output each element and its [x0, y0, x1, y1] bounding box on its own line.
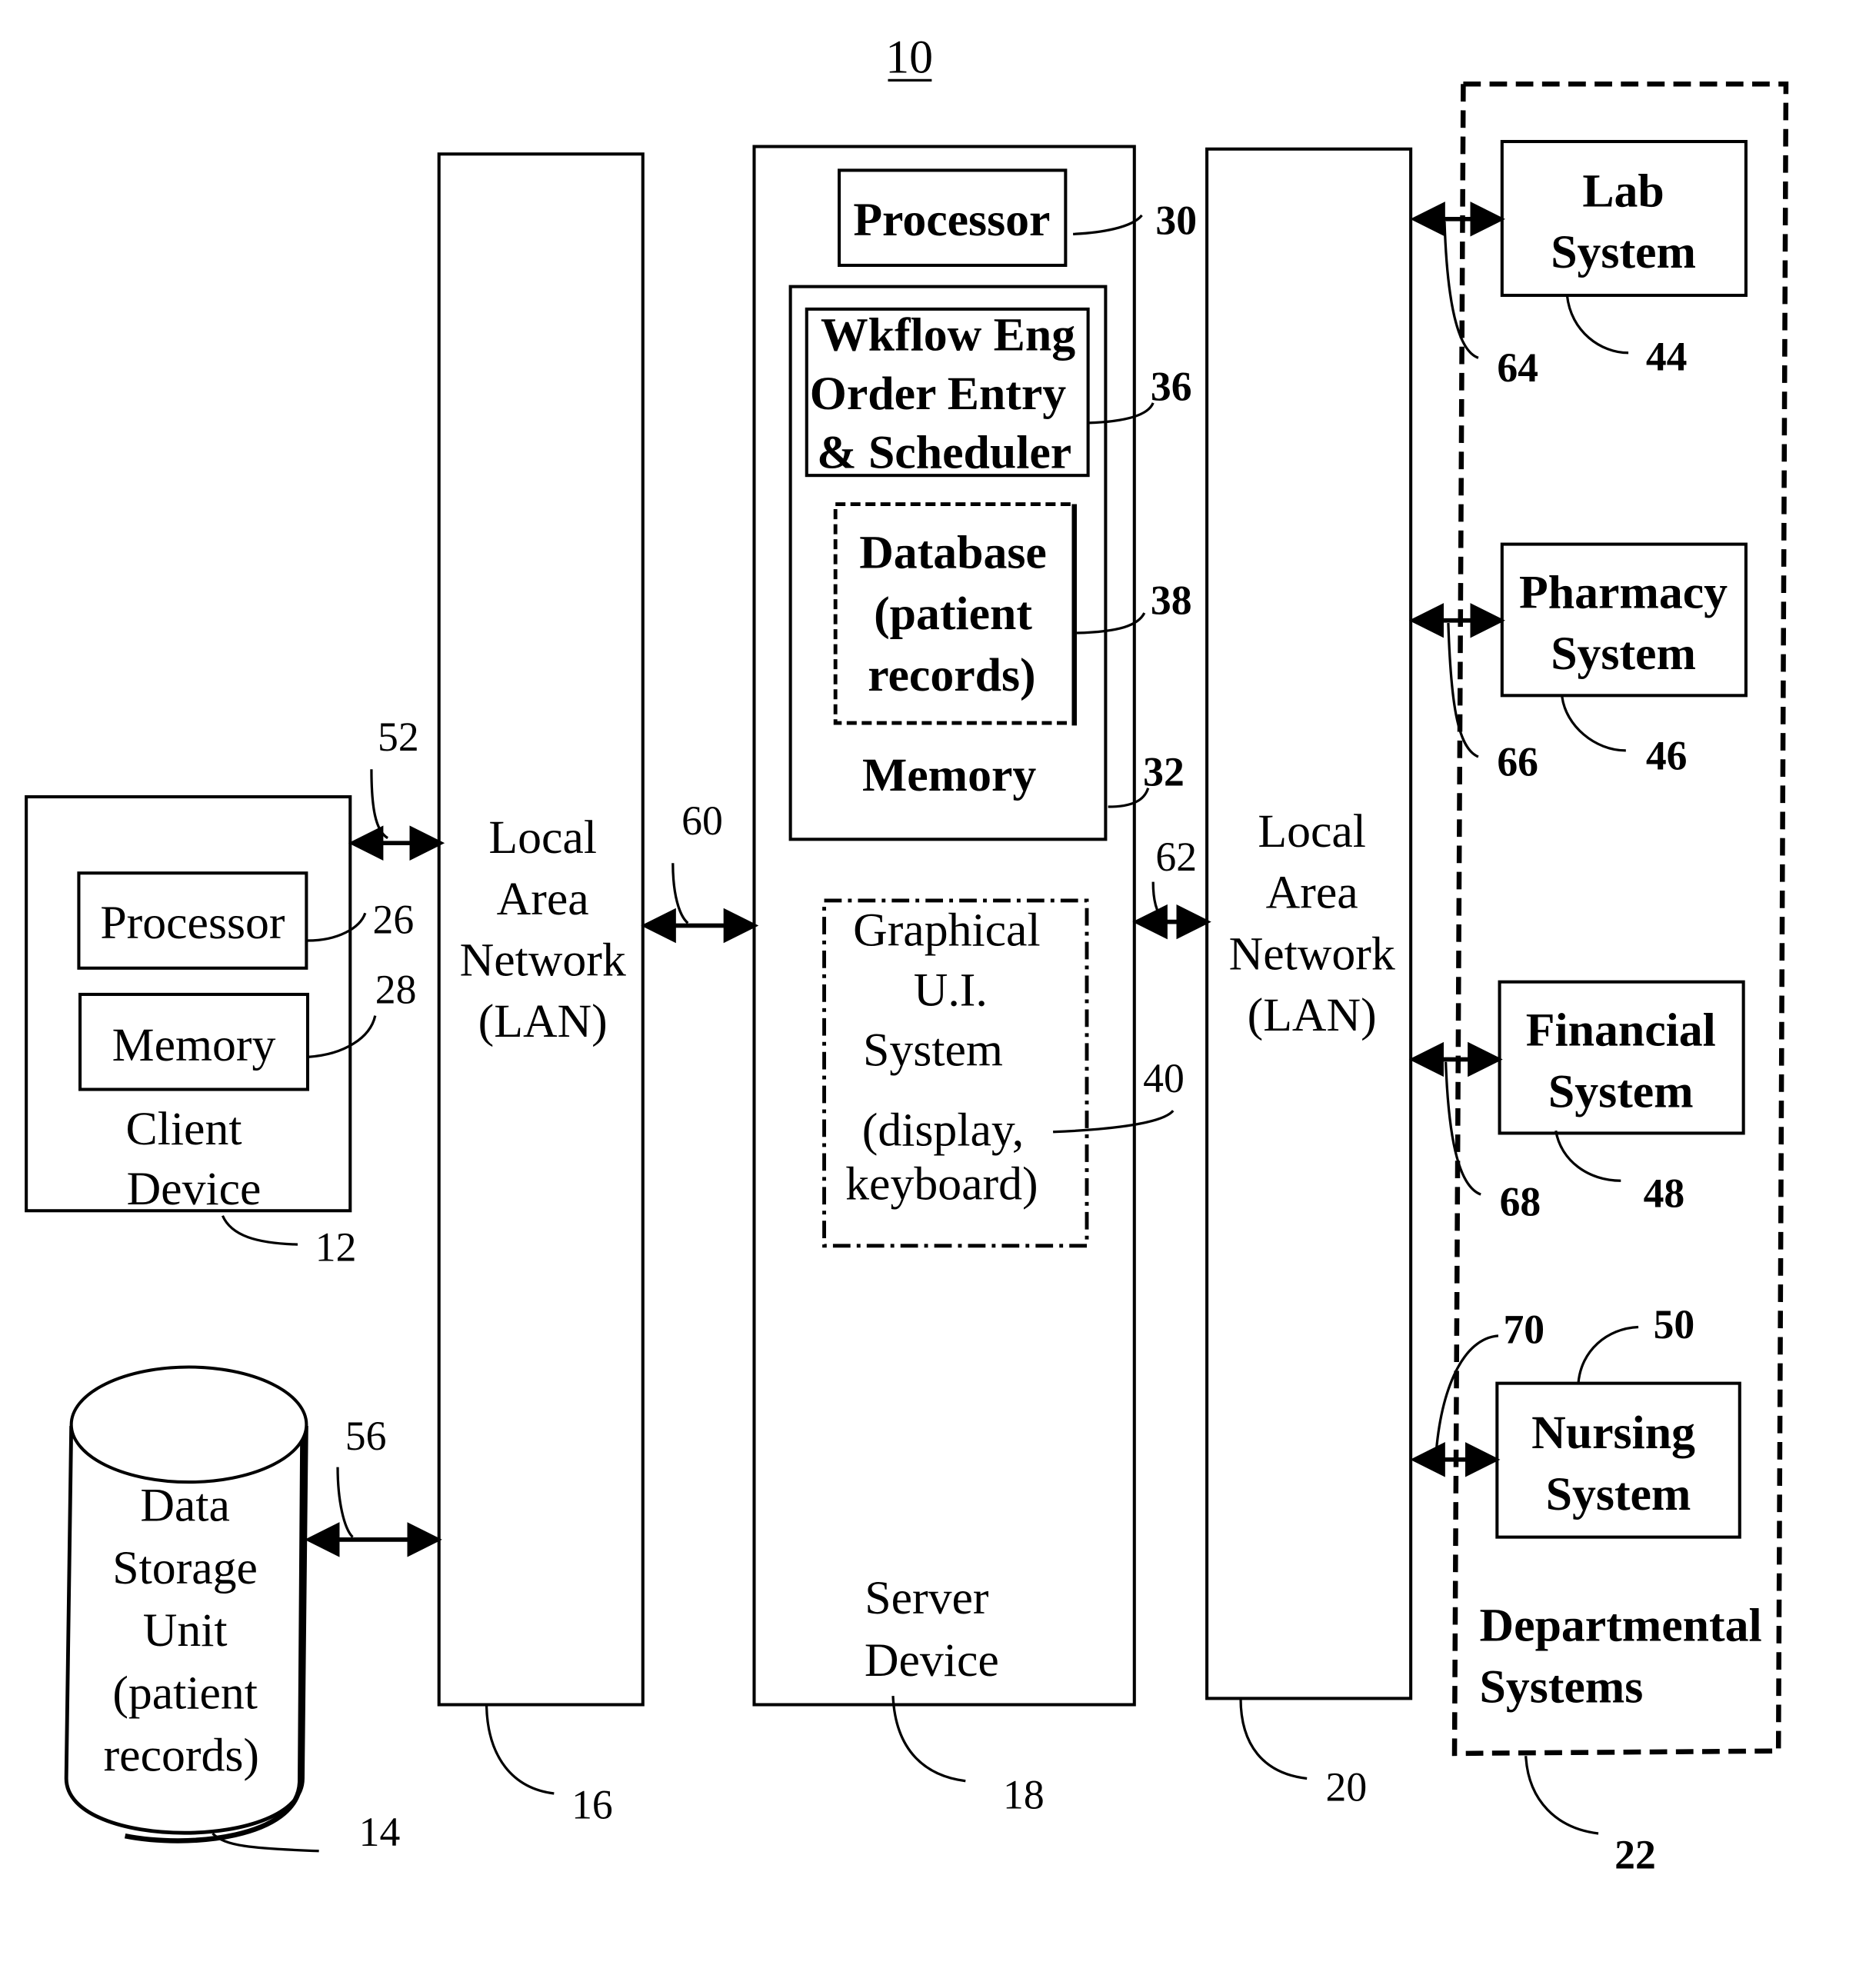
storage-line-3: Unit [143, 1604, 228, 1657]
gui-ref: 40 [1143, 1055, 1185, 1101]
link-server-lan-ref: 62 [1155, 834, 1197, 880]
workflow-line-3: & Scheduler [817, 426, 1071, 478]
storage-line-4: (patient [112, 1667, 258, 1719]
client-processor-ref: 26 [373, 896, 415, 942]
database-line-3: records) [868, 649, 1035, 701]
link-financial-ref: 68 [1500, 1179, 1541, 1225]
lan-right-line-1: Local [1258, 805, 1366, 858]
departmental-ref: 22 [1614, 1832, 1656, 1878]
lab-system-ref: 44 [1646, 334, 1688, 380]
financial-system-leader [1554, 1130, 1621, 1182]
lan-left-line-1: Local [488, 811, 597, 864]
server-processor-label: Processor [853, 194, 1050, 246]
lan-left-line-2: Area [497, 873, 589, 925]
server-memory-ref: 32 [1143, 748, 1185, 794]
lan-left-line-3: Network [460, 934, 626, 987]
storage-line-5: records) [104, 1730, 259, 1782]
workflow-line-2: Order Entry [810, 368, 1066, 420]
link-client-lan-ref: 52 [378, 714, 419, 760]
link-storage-lan-ref: 56 [345, 1413, 387, 1459]
database-line-1: Database [859, 526, 1047, 578]
lan-left-leader [485, 1706, 555, 1795]
gui-line-4: (display, [862, 1104, 1024, 1157]
link-lan-server-ref: 60 [681, 798, 723, 844]
nursing-system-leader [1577, 1325, 1639, 1384]
workflow-line-1: Wkflow Eng [821, 309, 1075, 361]
client-device-title-1: Client [126, 1103, 242, 1155]
figure-number: 10 [885, 32, 933, 84]
lan-left-line-4: (LAN) [478, 995, 608, 1047]
client-device: Processor Memory Client Device 26 28 12 [25, 795, 417, 1270]
lan-left: Local Area Network (LAN) 16 [437, 152, 645, 1827]
lan-right-leader [1239, 1698, 1308, 1780]
financial-system-ref: 48 [1644, 1170, 1685, 1216]
client-processor-label: Processor [100, 897, 285, 949]
database-ref: 38 [1151, 578, 1192, 624]
gui-line-5: keyboard) [845, 1158, 1038, 1211]
storage-line-2: Storage [112, 1542, 258, 1594]
server-ref: 18 [1003, 1771, 1045, 1817]
lab-system-line-2: System [1551, 226, 1696, 278]
workflow-ref: 36 [1151, 364, 1192, 410]
client-memory-ref: 28 [375, 966, 417, 1012]
pharmacy-system-line-1: Pharmacy [1519, 567, 1728, 619]
client-device-title-2: Device [127, 1163, 262, 1215]
gui-line-1: Graphical [853, 904, 1041, 957]
storage-ref: 14 [359, 1809, 401, 1855]
server-device: Processor 30 Wkflow Eng Order Entry & Sc… [752, 145, 1197, 1817]
link-lab-ref: 64 [1497, 345, 1538, 391]
departmental-title-1: Departmental [1480, 1600, 1762, 1652]
nursing-system-ref: 50 [1654, 1301, 1695, 1347]
database-line-2: (patient [874, 588, 1032, 640]
lab-system-line-1: Lab [1582, 165, 1664, 218]
link-nursing-ref: 70 [1503, 1307, 1544, 1353]
gui-line-2: U.I. [914, 964, 988, 1017]
server-leader [891, 1696, 966, 1783]
lan-right: Local Area Network (LAN) 20 [1205, 147, 1413, 1810]
lan-right-ref: 20 [1326, 1764, 1368, 1810]
server-memory-label: Memory [862, 749, 1036, 801]
client-device-ref: 12 [315, 1224, 357, 1270]
lab-system-leader [1565, 295, 1629, 355]
departmental-leader [1524, 1756, 1599, 1835]
storage-line-1: Data [140, 1479, 230, 1531]
lan-right-line-2: Area [1266, 867, 1358, 919]
lan-right-line-3: Network [1229, 928, 1395, 980]
lan-right-line-4: (LAN) [1248, 989, 1377, 1041]
gui-line-3: System [863, 1024, 1003, 1077]
server-title-2: Device [865, 1634, 999, 1687]
financial-system-line-2: System [1548, 1065, 1694, 1117]
lan-left-ref: 16 [571, 1781, 613, 1827]
system-diagram: 10 Processor Memory Client Device 26 28 … [25, 32, 1789, 1878]
pharmacy-system-leader [1561, 696, 1626, 752]
server-title-1: Server [865, 1572, 989, 1624]
pharmacy-system-ref: 46 [1646, 732, 1688, 778]
pharmacy-system-line-2: System [1551, 628, 1696, 680]
nursing-system-line-2: System [1546, 1468, 1691, 1520]
departmental-title-2: Systems [1480, 1660, 1644, 1713]
client-memory-label: Memory [112, 1019, 276, 1071]
financial-system-line-1: Financial [1526, 1004, 1716, 1057]
link-pharmacy-ref: 66 [1497, 738, 1538, 784]
server-processor-ref: 30 [1155, 197, 1197, 243]
client-device-leader [221, 1215, 298, 1246]
nursing-system-line-1: Nursing [1531, 1407, 1695, 1459]
